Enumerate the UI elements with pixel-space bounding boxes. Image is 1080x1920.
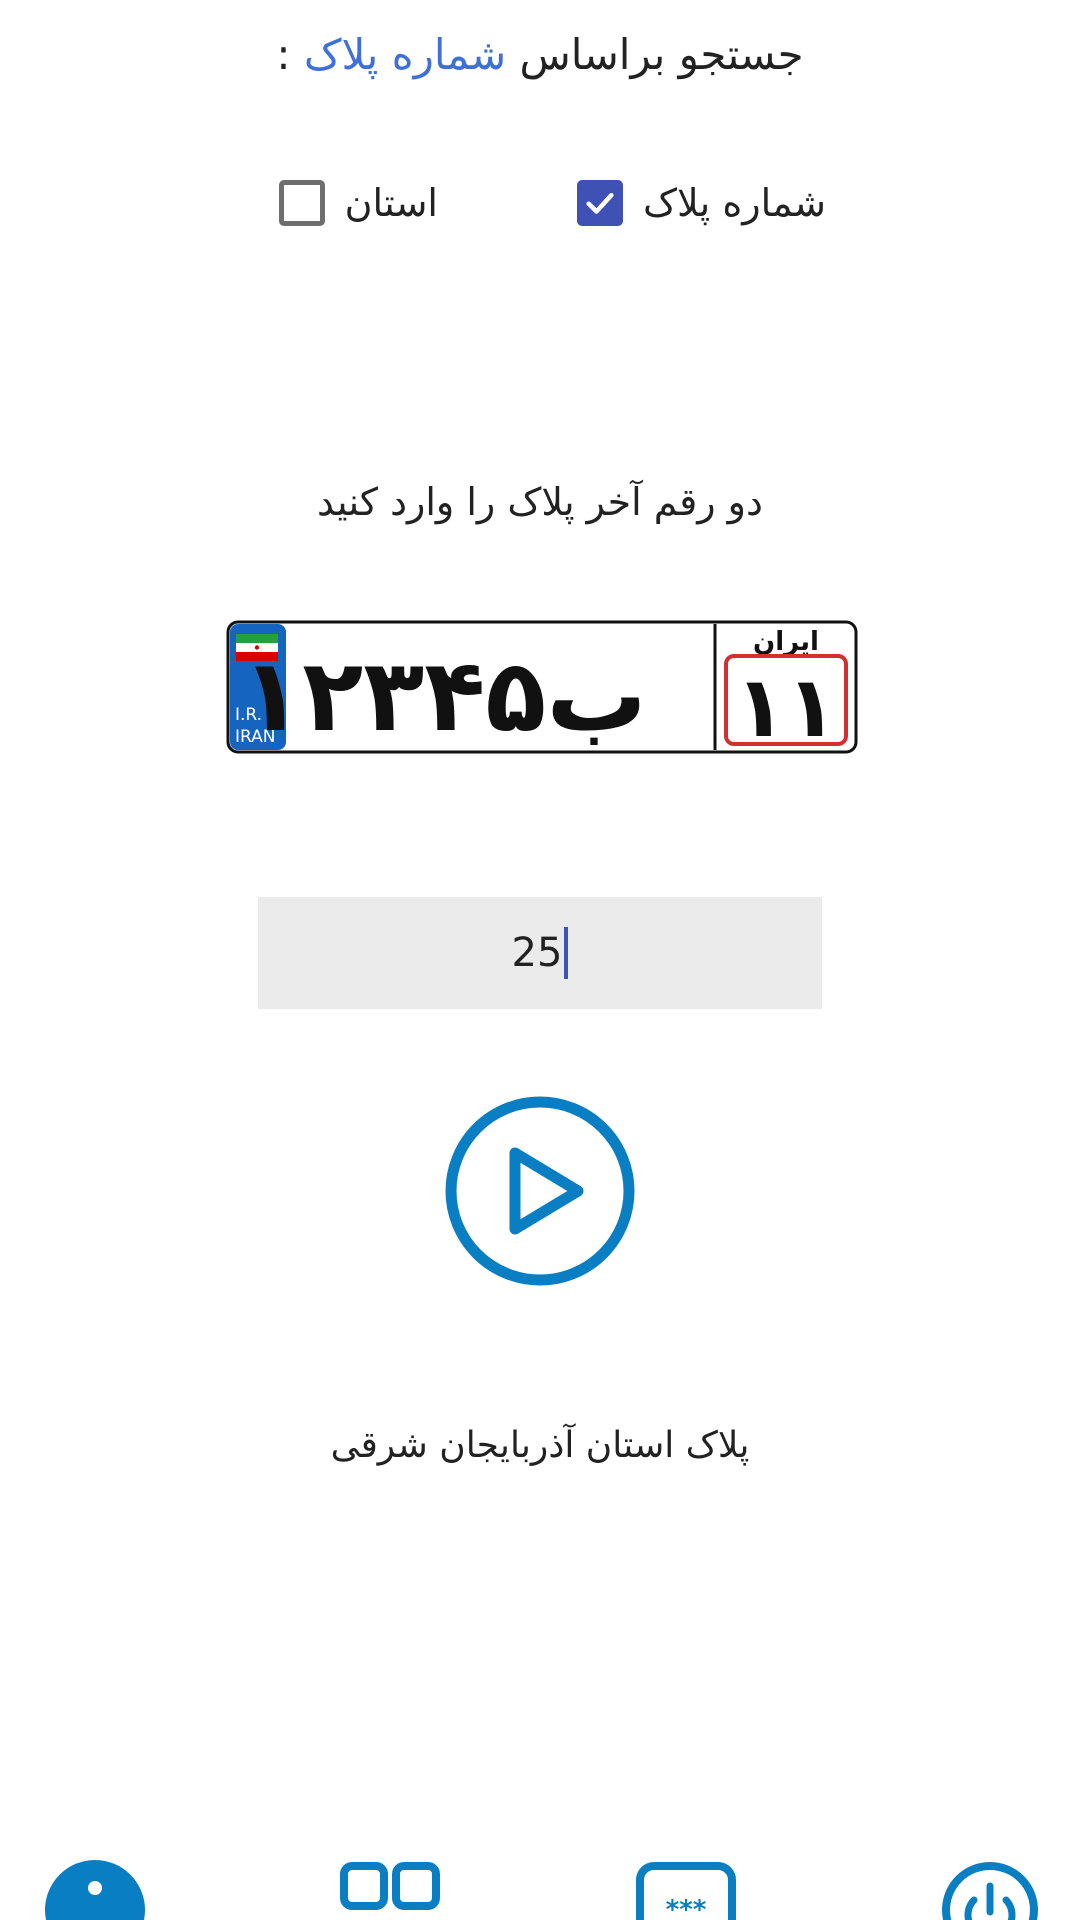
title-prefix: جستجو براساس xyxy=(519,30,804,79)
play-icon xyxy=(445,1096,635,1286)
plate-number-checkbox-label: شماره پلاک xyxy=(643,181,826,225)
province-checkbox-label: استان xyxy=(344,181,438,225)
last-digits-input[interactable]: 25 xyxy=(258,897,822,1009)
plate-main-number: ۱۲ب۳۴۵ xyxy=(241,637,647,754)
plate-number-checkbox[interactable]: شماره پلاک xyxy=(577,175,826,231)
page-title: جستجو براساس شماره پلاک : xyxy=(0,30,1080,79)
power-icon[interactable] xyxy=(940,1860,1040,1920)
last-digits-input-value: 25 xyxy=(511,930,563,976)
search-play-button[interactable] xyxy=(443,1094,637,1288)
plate-region-code: ۱۱ xyxy=(735,658,838,754)
bottom-navigation: *** xyxy=(0,1860,1080,1920)
check-icon[interactable] xyxy=(577,180,623,226)
grid-icon[interactable] xyxy=(340,1860,440,1920)
text-caret xyxy=(564,927,569,979)
password-icon[interactable]: *** xyxy=(636,1860,736,1920)
province-checkbox[interactable]: استان xyxy=(278,175,438,231)
title-suffix: : xyxy=(276,30,291,79)
result-text: پلاک استان آذربایجان شرقی xyxy=(330,1425,750,1466)
title-highlight: شماره پلاک xyxy=(303,30,507,79)
svg-text:***: *** xyxy=(666,1895,707,1920)
unchecked-box-icon[interactable] xyxy=(278,180,325,226)
plate-region-label: ایران xyxy=(753,627,819,657)
instruction-text: دو رقم آخر پلاک را وارد کنید xyxy=(317,480,763,524)
info-icon[interactable] xyxy=(45,1860,145,1920)
license-plate: I.R. IRAN ۱۲ب۳۴۵ ایران ۱۱ xyxy=(226,620,858,754)
filter-checkboxes: شماره پلاک استان xyxy=(0,175,1080,231)
